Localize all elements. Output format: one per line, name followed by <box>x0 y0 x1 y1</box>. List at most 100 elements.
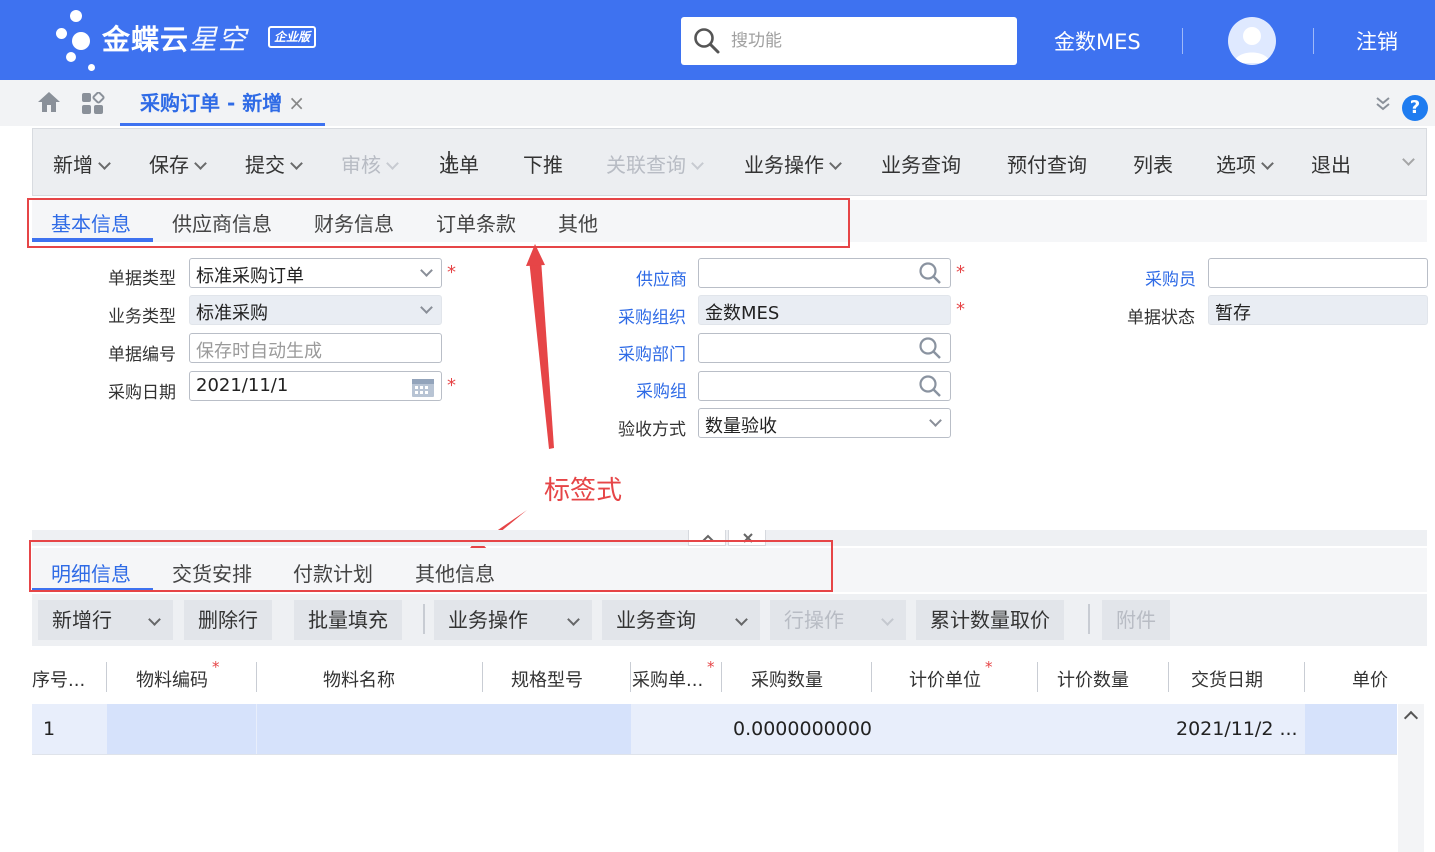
new-button[interactable]: 新增 <box>53 149 111 178</box>
row-delivery-date[interactable]: 2021/11/2 ... <box>1176 718 1298 740</box>
column-divider[interactable] <box>871 662 872 692</box>
buyer-field[interactable] <box>1208 258 1428 288</box>
grid-scrollbar[interactable] <box>1398 704 1424 852</box>
batch-fill-label: 批量填充 <box>308 608 388 632</box>
material-code-cell[interactable] <box>107 704 256 754</box>
chevron-down-icon <box>1402 153 1415 166</box>
column-divider[interactable] <box>721 662 722 692</box>
bill-type-label: 单据类型 <box>108 269 176 289</box>
table-row[interactable]: 1 0.0000000000 2021/11/2 ... <box>32 704 1397 754</box>
required-marker: * <box>707 658 715 676</box>
required-marker: * <box>447 262 456 283</box>
user-avatar[interactable] <box>1228 17 1276 65</box>
purchase-date-field[interactable]: 2021/11/1 <box>189 371 442 401</box>
attachment-label: 附件 <box>1116 608 1156 632</box>
org-switcher[interactable]: 金数MES <box>1054 26 1141 56</box>
column-divider[interactable] <box>106 662 107 692</box>
calendar-icon[interactable] <box>411 376 435 398</box>
col-header-spec[interactable]: 规格型号 <box>511 666 583 692</box>
col-header-material-name[interactable]: 物料名称 <box>323 666 395 692</box>
function-search[interactable] <box>681 17 1017 65</box>
purchase-org-value: 金数MES <box>705 303 780 324</box>
col-header-pricing-qty[interactable]: 计价数量 <box>1057 666 1129 692</box>
bill-no-field[interactable]: 保存时自动生成 <box>189 333 442 363</box>
detail-business-query-label: 业务查询 <box>616 608 696 632</box>
attachment-button[interactable]: 附件 <box>1102 600 1170 640</box>
col-header-pricing-unit[interactable]: 计价单位 <box>909 666 981 692</box>
business-query-button[interactable]: 业务查询 <box>881 149 961 178</box>
list-button[interactable]: 列表 <box>1133 149 1173 178</box>
col-header-delivery-date[interactable]: 交货日期 <box>1191 666 1263 692</box>
cumulative-qty-price-button[interactable]: 累计数量取价 <box>916 600 1064 640</box>
col-header-material-code[interactable]: 物料编码 <box>136 666 208 692</box>
close-icon[interactable]: × <box>288 91 305 115</box>
prepay-query-button[interactable]: 预付查询 <box>1007 149 1087 178</box>
purchase-group-label[interactable]: 采购组 <box>636 377 687 402</box>
business-operation-button[interactable]: 业务操作 <box>744 149 842 178</box>
col-header-purchase-unit[interactable]: 采购单... <box>632 666 703 692</box>
apps-icon[interactable] <box>81 92 105 116</box>
save-button[interactable]: 保存 <box>149 149 207 178</box>
push-down-button[interactable]: 下推 <box>523 149 563 178</box>
unit-price-cell[interactable] <box>1305 704 1397 754</box>
search-icon[interactable] <box>918 336 942 360</box>
column-divider[interactable] <box>1168 662 1169 692</box>
home-icon[interactable] <box>36 90 62 114</box>
select-bill-button[interactable]: 选单 <box>439 149 479 178</box>
buyer-label[interactable]: 采购员 <box>1145 265 1196 290</box>
purchase-dept-label[interactable]: 采购部门 <box>618 340 686 365</box>
tab-purchase-order-new[interactable]: 采购订单 - 新增 × <box>120 80 325 126</box>
row-operation-button[interactable]: 行操作 <box>770 600 906 640</box>
help-icon[interactable]: ? <box>1402 95 1428 121</box>
purchase-org-field[interactable]: 金数MES <box>698 295 951 325</box>
column-divider[interactable] <box>1304 662 1305 692</box>
batch-fill-button[interactable]: 批量填充 <box>294 600 402 640</box>
purchase-dept-field[interactable] <box>698 333 951 363</box>
search-input[interactable] <box>731 25 1001 57</box>
column-divider[interactable] <box>630 662 631 692</box>
add-row-button[interactable]: 新增行 <box>38 600 173 640</box>
new-label: 新增 <box>53 153 93 177</box>
audit-button[interactable]: 审核 <box>341 149 399 178</box>
divider <box>1313 28 1314 54</box>
col-header-purchase-qty[interactable]: 采购数量 <box>751 666 823 692</box>
search-icon[interactable] <box>918 374 942 398</box>
purchase-group-field[interactable] <box>698 371 951 401</box>
submit-button[interactable]: 提交 <box>245 149 303 178</box>
supplier-label[interactable]: 供应商 <box>636 265 687 290</box>
annotation-label: 标签式 <box>544 476 623 506</box>
row-purchase-qty[interactable]: 0.0000000000 <box>733 718 872 740</box>
column-divider[interactable] <box>256 662 257 692</box>
delete-row-button[interactable]: 删除行 <box>184 600 272 640</box>
column-divider[interactable] <box>1037 662 1038 692</box>
acceptance-value: 数量验收 <box>705 416 777 437</box>
bill-no-placeholder: 保存时自动生成 <box>196 341 322 362</box>
business-query-label: 业务查询 <box>881 153 961 177</box>
acceptance-select[interactable]: 数量验收 <box>698 408 951 438</box>
options-button[interactable]: 选项 <box>1216 149 1274 178</box>
chevron-down-icon <box>98 157 111 170</box>
biz-type-select[interactable]: 标准采购 <box>189 295 442 325</box>
related-query-button[interactable]: 关联查询 <box>606 149 704 178</box>
purchase-date-label: 采购日期 <box>108 383 176 403</box>
main-toolbar: 新增 保存 提交 审核 选单 下推 关联查询 业务操作 业务查询 预付查询 列表… <box>32 128 1427 196</box>
list-label: 列表 <box>1133 153 1173 177</box>
toolbar-more-button[interactable] <box>1397 149 1415 173</box>
purchase-org-label[interactable]: 采购组织 <box>618 303 686 328</box>
bill-type-select[interactable]: 标准采购订单 <box>189 258 442 288</box>
collapse-double-chevron-icon[interactable] <box>1375 96 1391 112</box>
search-icon[interactable] <box>918 261 942 285</box>
col-header-seq[interactable]: 序号... <box>32 666 85 692</box>
detail-business-operation-button[interactable]: 业务操作 <box>434 600 592 640</box>
column-divider[interactable] <box>482 662 483 692</box>
exit-button[interactable]: 退出 <box>1311 149 1351 178</box>
material-name-cell[interactable] <box>257 704 631 754</box>
bill-status-field: 暂存 <box>1208 295 1428 325</box>
bill-status-label: 单据状态 <box>1127 308 1195 328</box>
annotation-box <box>29 540 833 592</box>
detail-business-query-button[interactable]: 业务查询 <box>602 600 760 640</box>
logout-link[interactable]: 注销 <box>1356 26 1398 56</box>
col-header-unit-price[interactable]: 单价 <box>1352 666 1388 692</box>
chevron-up-icon[interactable] <box>1403 710 1419 726</box>
supplier-field[interactable] <box>698 258 951 288</box>
